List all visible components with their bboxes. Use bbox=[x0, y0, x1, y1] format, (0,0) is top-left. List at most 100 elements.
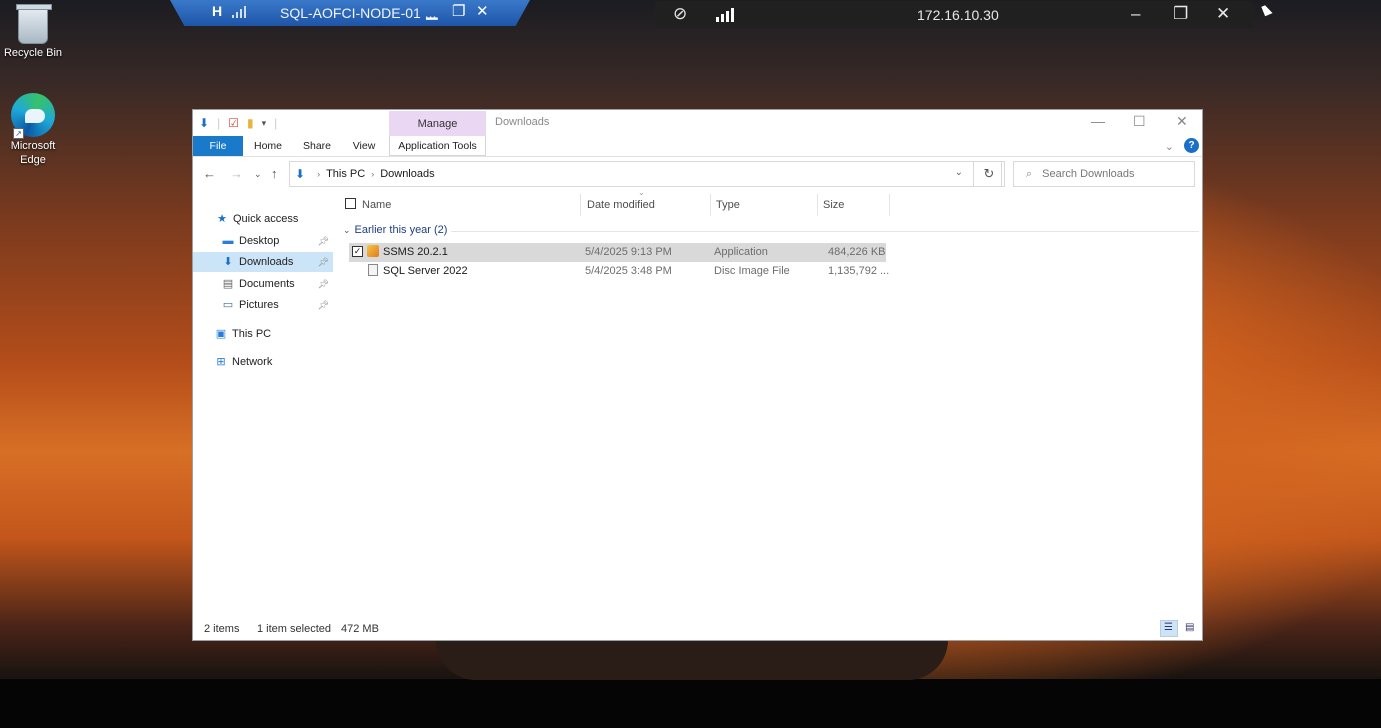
recycle-bin-shortcut[interactable]: Recycle Bin bbox=[0, 4, 66, 60]
sidebar-item-desktop[interactable]: ▬ Desktop 📌︎ bbox=[193, 231, 333, 251]
file-size: 484,226 KB bbox=[828, 246, 886, 258]
pictures-icon: ▭ bbox=[222, 299, 234, 311]
computer-icon: ▣ bbox=[215, 328, 227, 340]
microsoft-edge-shortcut[interactable]: ↗ Microsoft Edge bbox=[0, 93, 66, 167]
column-header-size[interactable]: Size bbox=[817, 194, 890, 216]
file-list: Name Date modified Type Size ⌄ ⌄ Earlier … bbox=[343, 188, 1203, 614]
microsoft-edge-label: Microsoft Edge bbox=[10, 140, 56, 166]
large-icons-view-icon: ▤ bbox=[1185, 622, 1195, 633]
minimize-icon[interactable]: ▁ bbox=[426, 2, 438, 20]
pin-icon[interactable]: H bbox=[212, 3, 222, 19]
sidebar-item-network[interactable]: ⊞ Network bbox=[193, 352, 333, 372]
refresh-icon: ↻ bbox=[983, 166, 995, 181]
recent-locations-icon[interactable]: ⌄ bbox=[254, 169, 262, 180]
mouse-cursor-icon bbox=[1261, 3, 1273, 17]
search-input[interactable]: ⌕ Search Downloads bbox=[1013, 161, 1195, 187]
desktop-ground bbox=[0, 679, 1381, 728]
details-view-button[interactable]: ☰ bbox=[1160, 620, 1178, 637]
close-icon[interactable]: ✕ bbox=[1216, 4, 1230, 24]
title-bar: ⬇ | ☑ ▮ ▾ | Manage Downloads — ☐ ✕ bbox=[193, 110, 1202, 137]
sidebar-item-this-pc[interactable]: ▣ This PC bbox=[193, 324, 333, 344]
tab-manage[interactable]: Manage bbox=[389, 111, 486, 137]
sidebar-item-pictures[interactable]: ▭ Pictures 📌︎ bbox=[193, 295, 333, 315]
address-bar[interactable]: ⬇ › This PC › Downloads ⌄ bbox=[289, 161, 1002, 187]
sidebar-item-documents[interactable]: ▤ Documents 📌︎ bbox=[193, 274, 333, 294]
tab-view[interactable]: View bbox=[347, 136, 381, 156]
row-checkbox[interactable]: ✓ bbox=[352, 246, 363, 257]
file-name: SSMS 20.2.1 bbox=[383, 246, 448, 258]
pin-icon: 📌︎ bbox=[317, 257, 329, 267]
restore-icon[interactable]: ❐ bbox=[1173, 4, 1188, 24]
file-type: Application bbox=[714, 246, 768, 258]
group-header[interactable]: ⌄ Earlier this year (2) bbox=[343, 224, 1199, 236]
remote-host-address: 172.16.10.30 bbox=[917, 7, 999, 23]
star-icon: ★ bbox=[217, 213, 227, 225]
minimize-icon[interactable]: — bbox=[1091, 113, 1105, 129]
breadcrumb-downloads[interactable]: Downloads bbox=[380, 168, 434, 180]
breadcrumb-this-pc[interactable]: This PC bbox=[326, 168, 365, 180]
download-arrow-icon: ⬇ bbox=[223, 256, 233, 268]
search-icon: ⌕ bbox=[1026, 167, 1033, 180]
chevron-down-icon: ⌄ bbox=[343, 225, 351, 235]
download-arrow-icon[interactable]: ⬇ bbox=[199, 116, 209, 130]
file-size: 1,135,792 ... bbox=[828, 265, 890, 277]
tab-application-tools[interactable]: Application Tools bbox=[389, 136, 486, 156]
properties-icon[interactable]: ☑ bbox=[228, 116, 239, 130]
connection-quality-icon bbox=[232, 6, 246, 18]
rdp-session-title: SQL-AOFCI-NODE-01 ... bbox=[280, 5, 437, 21]
selection-count: 1 item selected bbox=[257, 623, 331, 635]
back-arrow-icon[interactable]: ← bbox=[203, 166, 216, 181]
sidebar-item-downloads[interactable]: ⬇ Downloads 📌︎ bbox=[193, 252, 333, 272]
pin-icon: 📌︎ bbox=[317, 279, 329, 289]
tab-share[interactable]: Share bbox=[299, 136, 335, 156]
item-count: 2 items bbox=[204, 623, 240, 635]
signal-strength-icon bbox=[716, 8, 734, 22]
remote-session-toolbar: ⊘ 172.16.10.30 – ❐ ✕ bbox=[655, 1, 1253, 28]
help-icon[interactable]: ? bbox=[1184, 138, 1199, 153]
file-name: SQL Server 2022 bbox=[383, 265, 468, 277]
column-header-type[interactable]: Type bbox=[710, 194, 818, 216]
network-icon: ⊞ bbox=[216, 356, 226, 368]
select-all-checkbox[interactable] bbox=[345, 198, 356, 209]
application-icon bbox=[367, 245, 379, 257]
desktop-icon: ▬ bbox=[222, 235, 234, 247]
refresh-button[interactable]: ↻ bbox=[973, 161, 1005, 187]
search-placeholder: Search Downloads bbox=[1042, 168, 1135, 180]
restore-icon[interactable]: ❐ bbox=[452, 2, 465, 20]
close-icon[interactable]: ✕ bbox=[1176, 113, 1188, 130]
file-row-ssms[interactable]: ✓ SSMS 20.2.1 5/4/2025 9:13 PM Applicati… bbox=[349, 243, 886, 262]
selection-size: 472 MB bbox=[341, 623, 379, 635]
minimize-icon[interactable]: – bbox=[1131, 4, 1140, 24]
tab-file[interactable]: File bbox=[193, 136, 243, 156]
file-row-sql-server-2022[interactable]: SQL Server 2022 5/4/2025 3:48 PM Disc Im… bbox=[349, 262, 890, 281]
file-explorer-window: ⬇ | ☑ ▮ ▾ | Manage Downloads — ☐ ✕ File … bbox=[192, 109, 1203, 641]
window-title: Downloads bbox=[495, 116, 550, 128]
up-arrow-icon[interactable]: ↑ bbox=[271, 166, 278, 181]
close-icon[interactable]: ✕ bbox=[476, 2, 489, 20]
quick-access-toolbar: ⬇ | ☑ ▮ ▾ | bbox=[199, 116, 278, 130]
download-arrow-icon: ⬇ bbox=[295, 167, 306, 181]
details-view-icon: ☰ bbox=[1164, 622, 1173, 633]
column-header-name[interactable]: Name bbox=[343, 194, 581, 216]
new-folder-icon[interactable]: ▮ bbox=[247, 116, 254, 130]
expand-ribbon-icon[interactable]: ⌄ bbox=[1165, 140, 1174, 153]
status-bar: 2 items 1 item selected 472 MB ☰ ▤ bbox=[193, 618, 1202, 640]
customize-qat-icon[interactable]: ▾ bbox=[262, 118, 267, 129]
chevron-down-icon[interactable]: ⌄ bbox=[955, 167, 963, 178]
tab-home[interactable]: Home bbox=[249, 136, 287, 156]
forward-arrow-icon[interactable]: → bbox=[230, 166, 243, 181]
shortcut-arrow-icon: ↗ bbox=[13, 128, 24, 139]
documents-icon: ▤ bbox=[222, 278, 234, 290]
maximize-icon[interactable]: ☐ bbox=[1133, 113, 1146, 130]
sidebar-item-quick-access[interactable]: ★ Quick access bbox=[193, 209, 333, 229]
pin-icon: 📌︎ bbox=[317, 236, 329, 246]
rdp-connection-bar: H SQL-AOFCI-NODE-01 ... ▁ ❐ ✕ bbox=[170, 0, 530, 26]
recycle-bin-icon bbox=[16, 4, 52, 44]
column-header-date-modified[interactable]: Date modified bbox=[581, 194, 711, 216]
unpin-icon[interactable]: ⊘ bbox=[673, 4, 687, 24]
recycle-bin-label: Recycle Bin bbox=[3, 47, 63, 59]
pin-icon: 📌︎ bbox=[317, 300, 329, 310]
large-icons-view-button[interactable]: ▤ bbox=[1181, 620, 1199, 637]
ribbon-tabs: File Home Share View Application Tools ⌄… bbox=[193, 136, 1202, 157]
file-date: 5/4/2025 3:48 PM bbox=[585, 265, 672, 277]
